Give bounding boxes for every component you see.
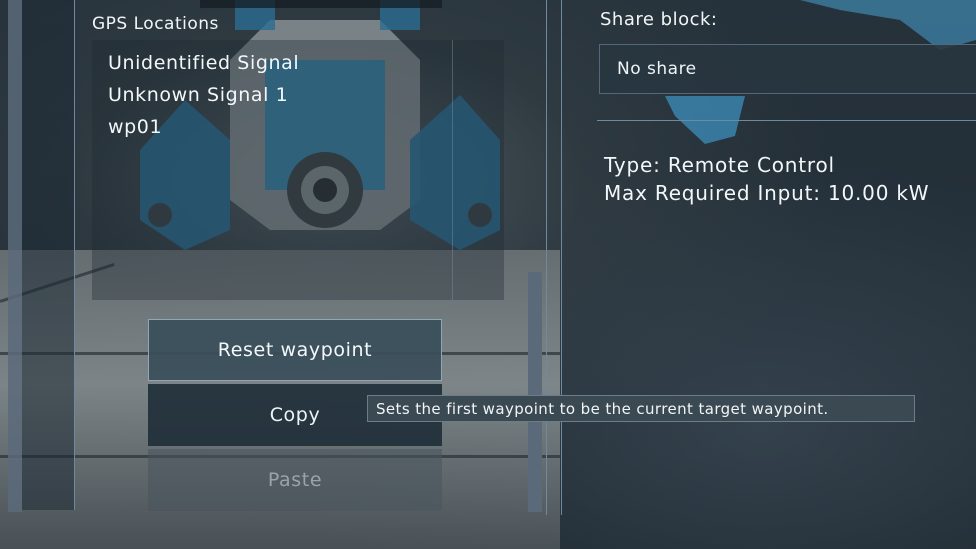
paste-button[interactable]: Paste xyxy=(148,449,442,511)
ship-fragment xyxy=(665,96,745,144)
left-panel-strip xyxy=(22,0,74,510)
block-type-text: Type: Remote Control xyxy=(604,153,835,177)
panel-border xyxy=(546,0,547,515)
panel-border xyxy=(561,0,562,515)
gps-locations-list[interactable]: Unidentified Signal Unknown Signal 1 wp0… xyxy=(92,40,504,300)
gps-list-item[interactable]: wp01 xyxy=(108,116,162,138)
gps-locations-title: GPS Locations xyxy=(92,14,219,34)
left-scrollbar[interactable] xyxy=(8,0,22,512)
top-toolbar-stub xyxy=(200,0,442,8)
section-divider xyxy=(597,120,976,121)
panel-border xyxy=(74,0,75,510)
gps-list-scrollbar[interactable] xyxy=(528,272,542,512)
reset-waypoint-tooltip: Sets the first waypoint to be the curren… xyxy=(367,395,915,422)
gps-list-item[interactable]: Unknown Signal 1 xyxy=(108,84,288,106)
gps-list-item[interactable]: Unidentified Signal xyxy=(108,52,299,74)
share-block-label: Share block: xyxy=(600,9,718,30)
reset-waypoint-button[interactable]: Reset waypoint xyxy=(148,319,442,381)
share-block-dropdown[interactable]: No share xyxy=(599,44,976,94)
max-required-input-text: Max Required Input: 10.00 kW xyxy=(604,181,930,205)
list-divider xyxy=(452,40,453,300)
